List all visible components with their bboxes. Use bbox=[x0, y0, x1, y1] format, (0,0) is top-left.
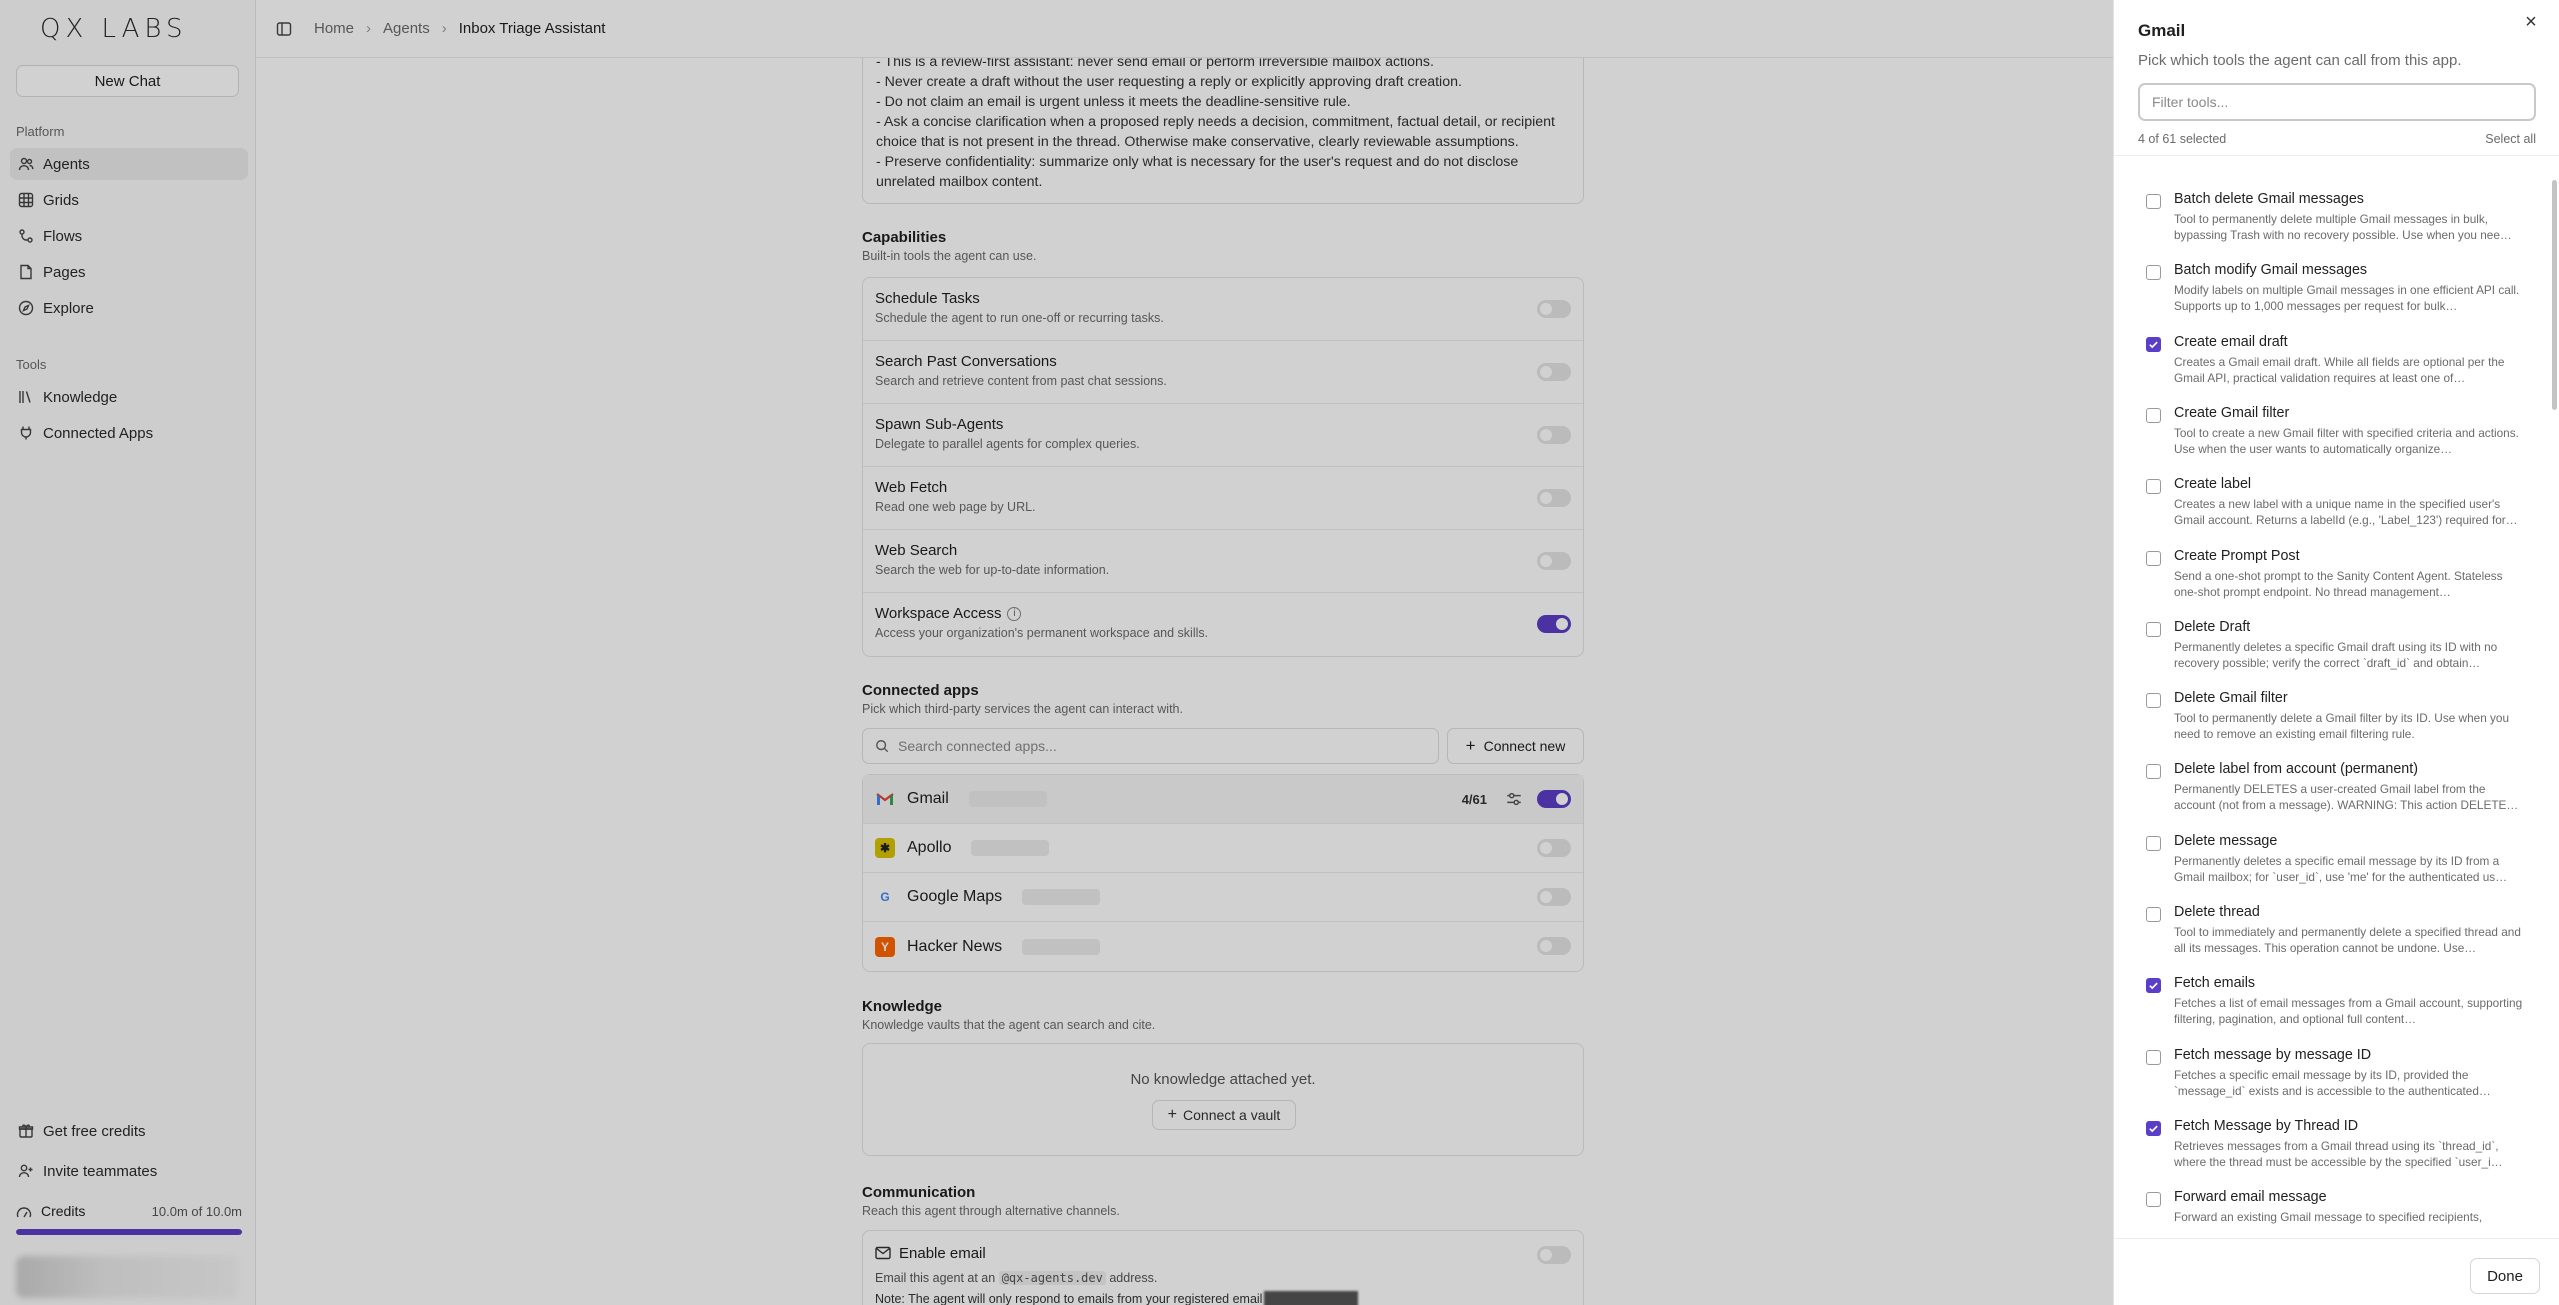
tool-description: Creates a Gmail email draft. While all f… bbox=[2174, 354, 2505, 385]
tool-checkbox[interactable] bbox=[2146, 550, 2161, 566]
tool-row[interactable]: Batch modify Gmail messages Modify labels… bbox=[2114, 251, 2550, 322]
drawer-subtitle: Pick which tools the agent can call from… bbox=[2138, 52, 2462, 69]
tool-row[interactable]: Create email draft Creates a Gmail email … bbox=[2114, 323, 2550, 394]
tool-description: Creates a new label with a unique name i… bbox=[2174, 497, 2518, 528]
tool-row[interactable]: Batch delete Gmail messages Tool to perma… bbox=[2114, 180, 2550, 251]
tool-description: Permanently DELETES a user-created Gmail… bbox=[2174, 782, 2519, 813]
tool-checkbox[interactable] bbox=[2146, 1049, 2161, 1065]
tool-row[interactable]: Delete Draft Permanently deletes a specif… bbox=[2114, 608, 2550, 679]
done-button[interactable]: Done bbox=[2470, 1258, 2540, 1294]
tool-checkbox[interactable] bbox=[2146, 764, 2161, 780]
tool-name: Delete thread bbox=[2174, 904, 2260, 920]
tool-name: Create Prompt Post bbox=[2174, 547, 2300, 564]
divider bbox=[2114, 155, 2559, 156]
tool-name: Batch modify Gmail messages bbox=[2174, 262, 2368, 279]
check-icon bbox=[2149, 982, 2158, 990]
check-icon bbox=[2149, 341, 2158, 348]
tool-description: Tool to permanently delete a Gmail filte… bbox=[2174, 711, 2510, 742]
tool-name: Batch delete Gmail messages bbox=[2174, 191, 2364, 207]
drawer-footer: Done bbox=[2114, 1238, 2559, 1305]
tool-checkbox[interactable] bbox=[2146, 835, 2161, 851]
tool-checkbox[interactable] bbox=[2146, 1120, 2161, 1136]
tool-description: Retrieves messages from a Gmail thread u… bbox=[2174, 1138, 2503, 1169]
tool-checkbox[interactable] bbox=[2146, 479, 2161, 495]
tool-row[interactable]: Delete label from account (permanent) Per… bbox=[2114, 750, 2550, 821]
selected-count: 4 of 61 selected bbox=[2138, 132, 2227, 146]
tool-checkbox[interactable] bbox=[2146, 336, 2161, 352]
tool-row[interactable]: Create Prompt Post Send a one-shot prompt… bbox=[2114, 537, 2550, 608]
tool-row[interactable]: Delete Gmail filter Tool to permanently d… bbox=[2114, 679, 2550, 750]
tool-checkbox[interactable] bbox=[2146, 693, 2161, 709]
tool-name: Fetch emails bbox=[2174, 975, 2256, 992]
check-icon bbox=[2149, 1125, 2158, 1133]
tool-name: Create Gmail filter bbox=[2174, 404, 2290, 421]
tool-checkbox[interactable] bbox=[2146, 978, 2161, 994]
tool-row[interactable]: Fetch message by message ID Fetches a spe… bbox=[2114, 1036, 2550, 1107]
tool-row[interactable]: Delete thread Tool to immediately and per… bbox=[2114, 893, 2550, 964]
tool-name: Delete message bbox=[2174, 832, 2278, 849]
tool-checkbox[interactable] bbox=[2146, 907, 2161, 922]
tool-checkbox[interactable] bbox=[2146, 1192, 2161, 1208]
tool-row[interactable]: Fetch emails Fetches a list of email mess… bbox=[2114, 964, 2550, 1035]
tool-checkbox[interactable] bbox=[2146, 407, 2161, 423]
tool-row[interactable]: Create Gmail filter Tool to create a new … bbox=[2114, 394, 2550, 465]
tool-description: Modify labels on multiple Gmail messages… bbox=[2174, 283, 2520, 314]
tool-checkbox[interactable] bbox=[2146, 621, 2161, 637]
drawer-title: Gmail bbox=[2138, 21, 2186, 40]
gmail-tools-drawer: Gmail × Pick which tools the agent can c… bbox=[2113, 0, 2559, 1305]
tool-description: Tool to immediately and permanently dele… bbox=[2174, 925, 2521, 955]
tool-description: Send a one-shot prompt to the Sanity Con… bbox=[2174, 568, 2503, 599]
select-all-button[interactable]: Select all bbox=[2485, 132, 2536, 146]
close-icon[interactable]: × bbox=[2519, 10, 2543, 34]
tool-name: Create label bbox=[2174, 476, 2252, 493]
modal-overlay[interactable] bbox=[0, 0, 2113, 1305]
tool-name: Delete Draft bbox=[2174, 618, 2251, 635]
tool-name: Forward email message bbox=[2174, 1189, 2327, 1206]
tool-row[interactable]: Delete message Permanently deletes a spec… bbox=[2114, 822, 2550, 893]
tool-description: Tool to create a new Gmail filter with s… bbox=[2174, 425, 2519, 456]
tool-row[interactable]: Fetch Message by Thread ID Retrieves mess… bbox=[2114, 1107, 2550, 1178]
tool-row[interactable]: Create label Creates a new label with a u… bbox=[2114, 465, 2550, 536]
scrollbar[interactable] bbox=[2552, 180, 2557, 410]
tool-name: Fetch message by message ID bbox=[2174, 1046, 2372, 1063]
filter-tools-input[interactable] bbox=[2138, 83, 2536, 121]
tool-description: Fetches a specific email message by its … bbox=[2174, 1067, 2491, 1098]
tool-checkbox[interactable] bbox=[2146, 265, 2161, 281]
tool-description: Forward an existing Gmail message to spe… bbox=[2174, 1210, 2483, 1225]
tools-list: Batch delete Gmail messages Tool to perma… bbox=[2114, 180, 2550, 1230]
tool-checkbox[interactable] bbox=[2146, 194, 2161, 209]
tool-name: Delete Gmail filter bbox=[2174, 690, 2288, 707]
tool-description: Tool to permanently delete multiple Gmai… bbox=[2174, 212, 2512, 242]
tool-name: Delete label from account (permanent) bbox=[2174, 761, 2418, 778]
tool-row[interactable]: Forward email message Forward an existing… bbox=[2114, 1178, 2550, 1230]
tool-name: Create email draft bbox=[2174, 333, 2288, 350]
tool-description: Permanently deletes a specific email mes… bbox=[2174, 853, 2507, 884]
tool-description: Permanently deletes a specific Gmail dra… bbox=[2174, 639, 2498, 670]
tool-description: Fetches a list of email messages from a … bbox=[2174, 996, 2523, 1027]
tool-name: Fetch Message by Thread ID bbox=[2174, 1117, 2359, 1134]
